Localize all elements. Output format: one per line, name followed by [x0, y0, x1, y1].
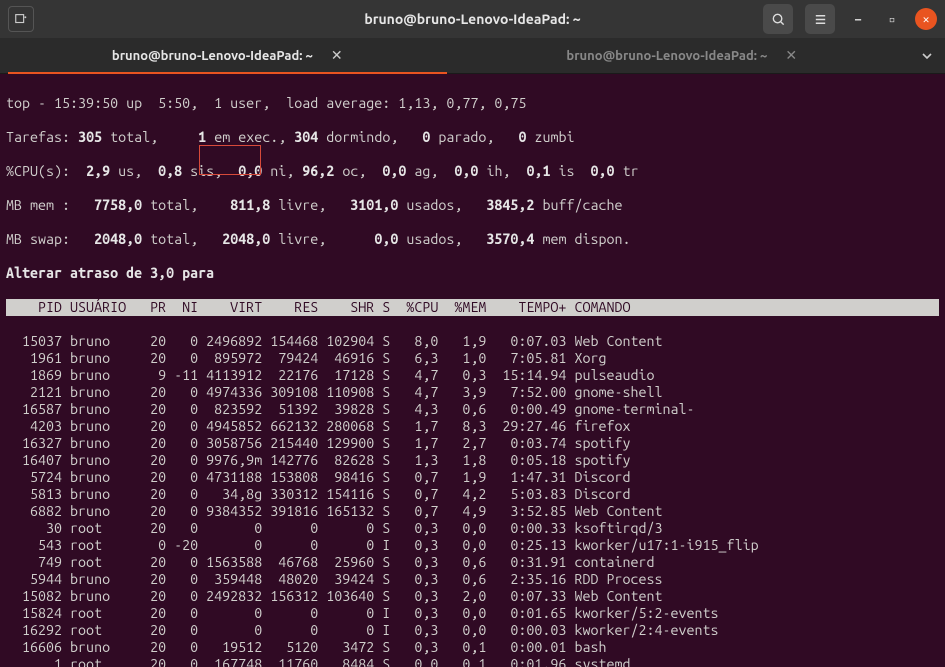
process-row: 5724 bruno 20 0 4731188 153808 98416 S 0… — [6, 469, 939, 486]
process-row: 16327 bruno 20 0 3058756 215440 129900 S… — [6, 435, 939, 452]
hamburger-menu-button[interactable] — [805, 4, 835, 34]
tab-dropdown-button[interactable] — [909, 38, 945, 73]
top-summary-line: MB mem : 7758,0 total, 811,8 livre, 3101… — [6, 197, 939, 214]
process-row: 1869 bruno 9 -11 4113912 22176 17128 S 4… — [6, 367, 939, 384]
window-maximize-button[interactable] — [881, 8, 903, 30]
process-row: 543 root 0 -20 0 0 0 I 0,3 0,0 0:25.13 k… — [6, 537, 939, 554]
top-summary-line: %CPU(s): 2,9 us, 0,8 sis, 0,0 ni, 96,2 o… — [6, 163, 939, 180]
process-row: 749 root 20 0 1563588 46768 25960 S 0,3 … — [6, 554, 939, 571]
process-row: 6882 bruno 20 0 9384352 391816 165132 S … — [6, 503, 939, 520]
top-summary-line: MB swap: 2048,0 total, 2048,0 livre, 0,0… — [6, 231, 939, 248]
window-titlebar: bruno@bruno-Lenovo-IdeaPad: ~ — [0, 0, 945, 38]
tab-close-icon[interactable]: ✕ — [785, 47, 797, 64]
new-tab-button[interactable] — [8, 6, 34, 32]
tab-bar: bruno@bruno-Lenovo-IdeaPad: ~ ✕ bruno@br… — [0, 38, 945, 74]
tab-active[interactable]: bruno@bruno-Lenovo-IdeaPad: ~ ✕ — [0, 38, 455, 73]
tab-label: bruno@bruno-Lenovo-IdeaPad: ~ — [112, 49, 313, 63]
top-summary-line: Tarefas: 305 total, 1 em exec., 304 dorm… — [6, 129, 939, 146]
process-row: 16407 bruno 20 0 9976,9m 142776 82628 S … — [6, 452, 939, 469]
process-row: 1 root 20 0 167748 11760 8484 S 0,0 0,1 … — [6, 656, 939, 667]
process-row: 5944 bruno 20 0 359448 48020 39424 S 0,3… — [6, 571, 939, 588]
top-summary-line: top - 15:39:50 up 5:50, 1 user, load ave… — [6, 95, 939, 112]
tab-label: bruno@bruno-Lenovo-IdeaPad: ~ — [566, 49, 767, 63]
process-row: 4203 bruno 20 0 4945852 662132 280068 S … — [6, 418, 939, 435]
window-close-button[interactable] — [915, 8, 937, 30]
top-prompt-line: Alterar atraso de 3,0 para — [6, 265, 939, 282]
process-row: 15037 bruno 20 0 2496892 154468 102904 S… — [6, 333, 939, 350]
process-row: 1961 bruno 20 0 895972 79424 46916 S 6,3… — [6, 350, 939, 367]
process-row: 16606 bruno 20 0 19512 5120 3472 S 0,3 0… — [6, 639, 939, 656]
terminal-viewport[interactable]: top - 15:39:50 up 5:50, 1 user, load ave… — [0, 74, 945, 667]
process-row: 5813 bruno 20 0 34,8g 330312 154116 S 0,… — [6, 486, 939, 503]
process-row: 15824 root 20 0 0 0 0 I 0,3 0,0 0:01.65 … — [6, 605, 939, 622]
search-button[interactable] — [763, 4, 793, 34]
process-row: 2121 bruno 20 0 4974336 309108 110908 S … — [6, 384, 939, 401]
process-row: 30 root 20 0 0 0 0 S 0,3 0,0 0:00.33 kso… — [6, 520, 939, 537]
process-table-header: PID USUÁRIO PR NI VIRT RES SHR S %CPU %M… — [6, 299, 939, 316]
process-row: 16292 root 20 0 0 0 0 I 0,3 0,0 0:00.03 … — [6, 622, 939, 639]
tab-inactive[interactable]: bruno@bruno-Lenovo-IdeaPad: ~ ✕ — [455, 38, 910, 73]
process-row: 15082 bruno 20 0 2492832 156312 103640 S… — [6, 588, 939, 605]
process-row: 16587 bruno 20 0 823592 51392 39828 S 4,… — [6, 401, 939, 418]
tab-close-icon[interactable]: ✕ — [331, 47, 343, 64]
window-minimize-button[interactable] — [847, 8, 869, 30]
process-table-body: 15037 bruno 20 0 2496892 154468 102904 S… — [6, 333, 939, 667]
